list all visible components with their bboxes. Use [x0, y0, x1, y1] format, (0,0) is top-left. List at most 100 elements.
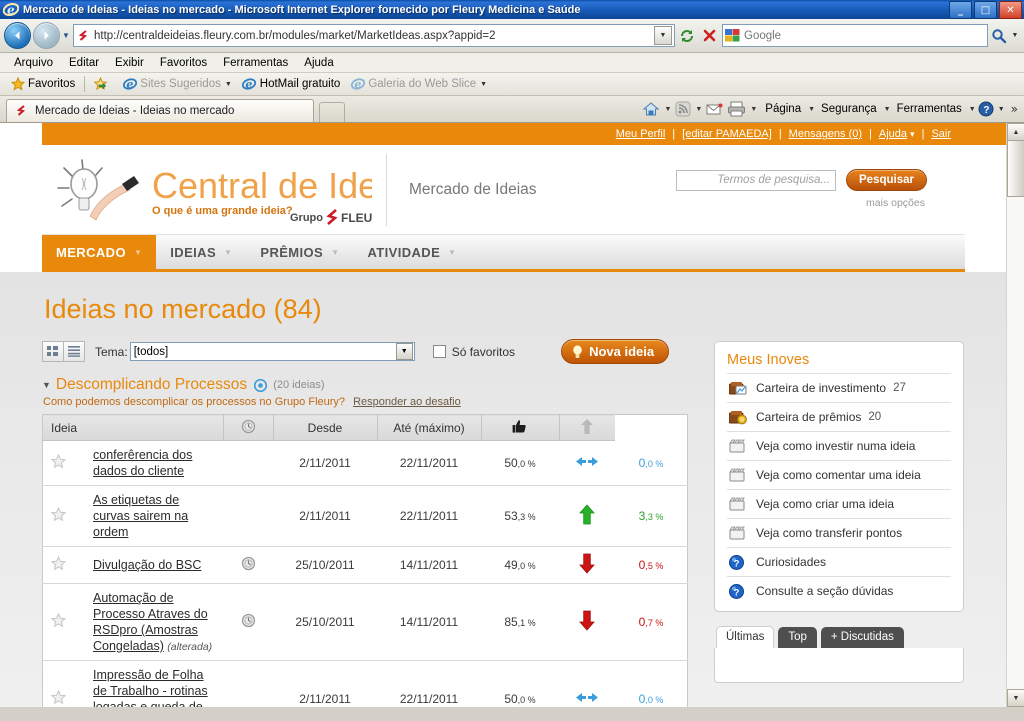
- chevron-down-icon[interactable]: ▼: [225, 81, 232, 88]
- sidebar-tab-ultimas[interactable]: Últimas: [716, 626, 775, 648]
- checkbox-box[interactable]: [432, 345, 446, 358]
- address-url[interactable]: http://centraldeideias.fleury.com.br/mod…: [94, 30, 654, 42]
- refresh-button[interactable]: [676, 25, 698, 47]
- command-overflow-button[interactable]: »: [1007, 102, 1024, 116]
- nav-item-ideias[interactable]: IDEIAS ▼: [156, 235, 246, 269]
- idea-title-link[interactable]: Impressão de Folha de Trabalho - rotinas…: [93, 668, 208, 707]
- chevron-down-icon[interactable]: ▼: [808, 106, 815, 113]
- chevron-down-icon[interactable]: ▼: [664, 106, 671, 113]
- new-tab-button[interactable]: [319, 102, 345, 122]
- favorites-button[interactable]: Favoritos: [5, 75, 80, 93]
- chevron-down-icon[interactable]: ▼: [224, 248, 232, 257]
- chevron-down-icon[interactable]: ▼: [695, 106, 702, 113]
- address-dropdown-icon[interactable]: ▼: [654, 26, 672, 45]
- link-editar-perfil[interactable]: [editar PAMAEDA]: [682, 128, 772, 140]
- chevron-down-icon[interactable]: ▾: [907, 129, 915, 140]
- read-mail-button[interactable]: [704, 102, 725, 117]
- favorites-item-web-slice-gallery[interactable]: e Galeria do Web Slice ▼: [345, 75, 492, 93]
- idea-title-cell[interactable]: Impressão de Folha de Trabalho - rotinas…: [85, 660, 223, 707]
- back-button[interactable]: [4, 22, 31, 49]
- menu-item-editar[interactable]: Editar: [61, 57, 107, 69]
- add-to-favorites-bar-icon[interactable]: [89, 75, 117, 93]
- sidebar-item-transferir[interactable]: Veja como transferir pontos: [727, 518, 951, 547]
- site-search-button[interactable]: Pesquisar: [846, 169, 927, 191]
- sidebar-item-investir[interactable]: Veja como investir numa ideia: [727, 431, 951, 460]
- chevron-down-icon[interactable]: ▼: [969, 106, 976, 113]
- help-button[interactable]: ? ▼: [976, 101, 1007, 117]
- column-header-clock[interactable]: [222, 414, 273, 441]
- stop-button[interactable]: [698, 25, 720, 47]
- print-button[interactable]: ▼: [725, 101, 759, 117]
- scrollbar-thumb[interactable]: [1007, 140, 1024, 197]
- new-idea-button[interactable]: Nova ideia: [561, 339, 670, 364]
- chevron-down-icon[interactable]: ▼: [448, 248, 456, 257]
- command-pagina[interactable]: Página: [759, 103, 804, 115]
- sidebar-tab-top[interactable]: Top: [778, 627, 817, 648]
- idea-title-link[interactable]: Divulgação do BSC: [93, 558, 201, 572]
- idea-title-cell[interactable]: As etiquetas de curvas sairem na ordem: [85, 485, 223, 547]
- grid-view-button[interactable]: [42, 341, 64, 362]
- browser-search-input[interactable]: Google: [744, 30, 985, 42]
- link-meu-perfil[interactable]: Meu Perfil: [616, 128, 666, 140]
- chevron-down-icon[interactable]: ▼: [134, 248, 142, 257]
- sidebar-item-comentar[interactable]: Veja como comentar uma ideia: [727, 460, 951, 489]
- chevron-down-icon[interactable]: ▼: [395, 343, 413, 360]
- chevron-down-icon[interactable]: ▼: [998, 106, 1005, 113]
- favorite-star-icon[interactable]: [42, 485, 85, 547]
- idea-title-cell[interactable]: Automação de Processo Atraves do RSDpro …: [85, 583, 223, 661]
- sidebar-item-carteira-investimento[interactable]: Carteira de investimento 27: [727, 373, 951, 402]
- idea-title-link[interactable]: As etiquetas de curvas sairem na ordem: [93, 493, 188, 539]
- search-dropdown-icon[interactable]: ▼: [1010, 32, 1020, 39]
- browser-search-box[interactable]: Google: [722, 24, 988, 47]
- command-ferramentas[interactable]: Ferramentas: [891, 103, 965, 115]
- table-row[interactable]: Impressão de Folha de Trabalho - rotinas…: [42, 660, 688, 707]
- tema-select[interactable]: [todos] ▼: [129, 342, 415, 361]
- column-header-variacao[interactable]: [558, 414, 615, 441]
- home-button[interactable]: ▼: [640, 101, 673, 118]
- address-bar[interactable]: http://centraldeideias.fleury.com.br/mod…: [73, 24, 675, 47]
- close-button[interactable]: ✕: [999, 1, 1022, 19]
- minimize-button[interactable]: _: [949, 1, 972, 19]
- link-sair[interactable]: Sair: [931, 128, 951, 140]
- menu-item-ajuda[interactable]: Ajuda: [296, 57, 341, 69]
- sidebar-item-duvidas[interactable]: ? Consulte a seção dúvidas: [727, 576, 951, 605]
- scroll-up-button[interactable]: ▲: [1007, 123, 1024, 141]
- link-mensagens[interactable]: Mensagens (0): [789, 128, 862, 140]
- menu-item-arquivo[interactable]: Arquivo: [6, 57, 61, 69]
- menu-item-ferramentas[interactable]: Ferramentas: [215, 57, 296, 69]
- sidebar-item-curiosidades[interactable]: ? Curiosidades: [727, 547, 951, 576]
- favorite-star-icon[interactable]: [42, 440, 85, 486]
- collapse-arrow-icon[interactable]: ▼: [42, 380, 51, 390]
- favorites-item-hotmail[interactable]: e HotMail gratuito: [237, 75, 346, 93]
- site-search-input[interactable]: Termos de pesquisa...: [676, 169, 837, 191]
- favorite-star-icon[interactable]: [42, 546, 85, 584]
- column-header-desde[interactable]: Desde: [272, 414, 377, 441]
- table-row[interactable]: As etiquetas de curvas sairem na ordem 2…: [42, 485, 688, 547]
- search-go-button[interactable]: [988, 25, 1010, 46]
- idea-title-link[interactable]: conferêrencia dos dados do cliente: [93, 448, 192, 478]
- sidebar-item-criar[interactable]: Veja como criar uma ideia: [727, 489, 951, 518]
- menu-item-exibir[interactable]: Exibir: [107, 57, 152, 69]
- idea-title-cell[interactable]: conferêrencia dos dados do cliente: [85, 440, 223, 486]
- column-header-ate[interactable]: Até (máximo): [376, 414, 481, 441]
- table-row[interactable]: Divulgação do BSC 25/10/2011 14/11/2011 …: [42, 546, 688, 584]
- scroll-down-button[interactable]: ▼: [1007, 689, 1024, 707]
- chevron-down-icon[interactable]: ▼: [331, 248, 339, 257]
- favorite-star-icon[interactable]: [42, 660, 85, 707]
- chevron-down-icon[interactable]: ▼: [884, 106, 891, 113]
- feeds-button[interactable]: ▼: [673, 101, 704, 117]
- forward-button[interactable]: [33, 22, 60, 49]
- sidebar-tab-discutidas[interactable]: + Discutidas: [820, 627, 904, 648]
- command-seguranca[interactable]: Segurança: [815, 103, 880, 115]
- chevron-down-icon[interactable]: ▼: [480, 81, 487, 88]
- nav-item-mercado[interactable]: MERCADO ▼: [42, 235, 157, 269]
- nav-item-atividade[interactable]: ATIVIDADE ▼: [353, 235, 470, 269]
- only-favorites-checkbox[interactable]: Só favoritos: [432, 345, 515, 359]
- respond-challenge-link[interactable]: Responder ao desafio: [353, 396, 461, 408]
- nav-item-premios[interactable]: PRÊMIOS ▼: [246, 235, 353, 269]
- browser-tab[interactable]: Mercado de Ideias - Ideias no mercado: [6, 99, 314, 122]
- vertical-scrollbar[interactable]: ▲ ▼: [1006, 123, 1024, 707]
- menu-item-favoritos[interactable]: Favoritos: [152, 57, 215, 69]
- chevron-down-icon[interactable]: ▼: [750, 106, 757, 113]
- history-dropdown-icon[interactable]: ▼: [60, 31, 72, 40]
